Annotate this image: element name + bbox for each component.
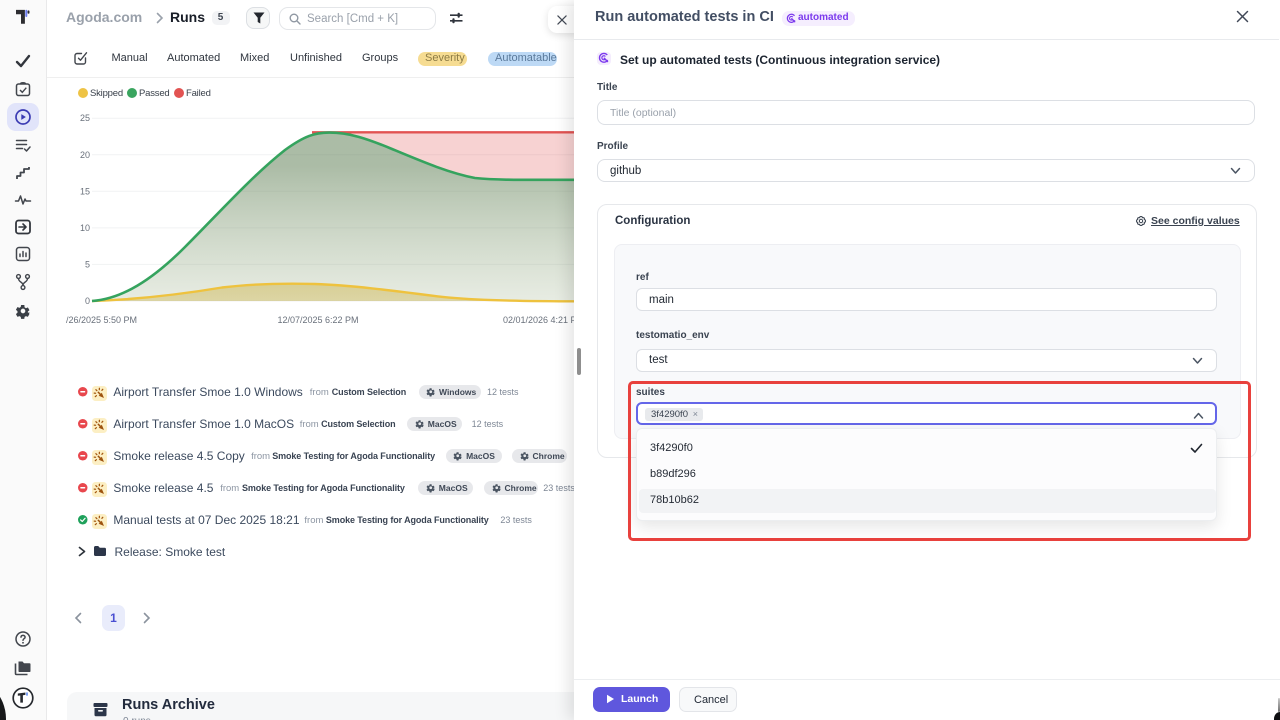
svg-text:25: 25: [80, 113, 90, 123]
svg-text:20: 20: [80, 150, 90, 160]
svg-text:10: 10: [80, 223, 90, 233]
svg-text:02/01/2026 4:21 PM: 02/01/2026 4:21 PM: [503, 315, 580, 325]
svg-text:12/07/2025 6:22 PM: 12/07/2025 6:22 PM: [277, 315, 358, 325]
svg-text:5: 5: [85, 259, 90, 269]
svg-text:15: 15: [80, 186, 90, 196]
svg-text:/26/2025 5:50 PM: /26/2025 5:50 PM: [66, 315, 137, 325]
svg-text:0: 0: [85, 296, 90, 306]
